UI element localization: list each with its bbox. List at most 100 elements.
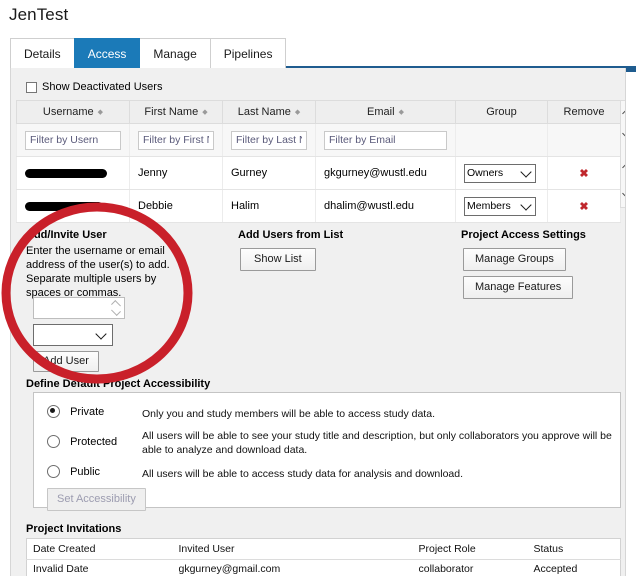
col-header-group: Group xyxy=(456,101,548,124)
radio-public-label: Public xyxy=(70,466,100,478)
filter-row xyxy=(17,124,621,157)
cell-first-name: Debbie xyxy=(130,190,223,223)
cell-email: dhalim@wustl.edu xyxy=(316,190,456,223)
radio-private[interactable] xyxy=(47,405,60,418)
inv-cell-invited-user: gkgurney@gmail.com xyxy=(173,560,413,576)
remove-user-button[interactable]: ✖ xyxy=(548,157,621,190)
accessibility-box: Private Only you and study members will … xyxy=(33,392,621,508)
redacted-username-bar xyxy=(25,169,107,178)
group-select-row-1[interactable]: Owners xyxy=(464,164,536,183)
col-header-first-name[interactable]: First Name ◆ xyxy=(130,101,223,124)
col-header-remove: Remove xyxy=(548,101,621,124)
tab-underline-mask xyxy=(0,66,10,72)
show-list-button[interactable]: Show List xyxy=(240,248,316,271)
accessibility-option-protected[interactable]: Protected xyxy=(47,435,117,448)
add-invite-role-select[interactable] xyxy=(33,324,113,346)
filter-last-name-input[interactable] xyxy=(231,131,307,150)
cell-username xyxy=(17,190,130,223)
col-header-email-label: Email xyxy=(367,106,395,118)
col-header-last-name-label: Last Name xyxy=(238,106,291,118)
manage-features-button[interactable]: Manage Features xyxy=(463,276,573,299)
show-deactivated-users-row[interactable]: Show Deactivated Users xyxy=(26,81,162,93)
accessibility-private-description: Only you and study members will be able … xyxy=(142,407,612,421)
tab-strip: Details Access Manage Pipelines xyxy=(10,36,285,68)
col-header-remove-label: Remove xyxy=(564,106,605,118)
filter-username-input[interactable] xyxy=(25,131,121,150)
tab-details[interactable]: Details xyxy=(10,38,75,68)
chevron-up-icon[interactable] xyxy=(622,107,626,120)
inv-col-project-role: Project Role xyxy=(413,539,528,560)
sort-icon[interactable]: ◆ xyxy=(98,109,103,116)
filter-cell-email xyxy=(316,124,456,157)
add-invite-description: Enter the username or email address of t… xyxy=(26,244,191,300)
tab-access[interactable]: Access xyxy=(74,38,141,68)
col-header-last-name[interactable]: Last Name ◆ xyxy=(223,101,316,124)
spinner-icon[interactable] xyxy=(112,300,121,316)
spinner-down-icon[interactable] xyxy=(111,306,121,316)
accessibility-option-public[interactable]: Public xyxy=(47,465,100,478)
chevron-up-icon[interactable] xyxy=(622,161,626,174)
page-title: JenTest xyxy=(9,5,68,25)
table-row: Debbie Halim dhalim@wustl.edu Members ✖ xyxy=(17,190,621,223)
group-select-row-2[interactable]: Members xyxy=(464,197,536,216)
filter-cell-last-name xyxy=(223,124,316,157)
project-access-heading: Project Access Settings xyxy=(461,229,586,241)
radio-public[interactable] xyxy=(47,465,60,478)
inv-cell-status: Accepted xyxy=(528,560,621,576)
table-row: Jenny Gurney gkgurney@wustl.edu Owners ✖ xyxy=(17,157,621,190)
filter-cell-first-name xyxy=(130,124,223,157)
add-user-button[interactable]: Add User xyxy=(33,351,99,372)
cell-last-name: Halim xyxy=(223,190,316,223)
sort-icon[interactable]: ◆ xyxy=(399,109,404,116)
chevron-down-icon[interactable] xyxy=(622,187,626,200)
radio-protected-label: Protected xyxy=(70,436,117,448)
users-table-header-row: Username◆ First Name◆ Last Name◆ Email◆ … xyxy=(17,101,621,124)
col-header-group-label: Group xyxy=(486,106,517,118)
access-panel: Show Deactivated Users Username◆ First N… xyxy=(10,68,626,576)
manage-groups-button[interactable]: Manage Groups xyxy=(463,248,566,271)
radio-protected[interactable] xyxy=(47,435,60,448)
inv-cell-project-role: collaborator xyxy=(413,560,528,576)
cell-username xyxy=(17,157,130,190)
remove-user-button[interactable]: ✖ xyxy=(548,190,621,223)
filter-cell-username xyxy=(17,124,130,157)
inv-cell-date-created: Invalid Date xyxy=(27,560,173,576)
accessibility-option-private[interactable]: Private xyxy=(47,405,104,418)
col-header-email[interactable]: Email ◆ xyxy=(316,101,456,124)
filter-first-name-input[interactable] xyxy=(138,131,214,150)
group-select-wrap: Members xyxy=(464,197,536,216)
show-deactivated-users-checkbox[interactable] xyxy=(26,82,37,93)
cell-email: gkgurney@wustl.edu xyxy=(316,157,456,190)
add-from-list-heading: Add Users from List xyxy=(238,229,343,241)
inv-col-date-created: Date Created xyxy=(27,539,173,560)
col-header-first-name-label: First Name xyxy=(144,106,198,118)
add-invite-role-wrap xyxy=(33,324,113,346)
filter-email-input[interactable] xyxy=(324,131,447,150)
tab-manage[interactable]: Manage xyxy=(139,38,210,68)
col-header-username[interactable]: Username◆ xyxy=(17,101,130,124)
radio-private-label: Private xyxy=(70,406,104,418)
invitations-row: Invalid Date gkgurney@gmail.com collabor… xyxy=(27,560,621,576)
inv-col-invited-user: Invited User xyxy=(173,539,413,560)
show-deactivated-users-label: Show Deactivated Users xyxy=(42,81,162,93)
group-select-wrap: Owners xyxy=(464,164,536,183)
sort-icon[interactable]: ◆ xyxy=(295,109,300,116)
add-invite-input-wrap xyxy=(33,297,125,319)
set-accessibility-button[interactable]: Set Accessibility xyxy=(47,488,146,511)
cell-last-name: Gurney xyxy=(223,157,316,190)
invitations-heading: Project Invitations xyxy=(26,523,121,535)
invitations-table: Date Created Invited User Project Role S… xyxy=(26,538,621,576)
tab-bar: Details Access Manage Pipelines xyxy=(0,36,636,68)
cell-group: Owners xyxy=(456,157,548,190)
chevron-down-icon[interactable] xyxy=(622,127,626,140)
table-scrollbar[interactable] xyxy=(620,100,626,208)
filter-cell-remove xyxy=(548,124,621,157)
sort-icon[interactable]: ◆ xyxy=(202,109,207,116)
add-invite-heading: Add/Invite User xyxy=(26,229,107,241)
redacted-username-bar xyxy=(25,202,103,211)
accessibility-heading: Define Default Project Accessibility xyxy=(26,378,210,390)
tab-pipelines[interactable]: Pipelines xyxy=(210,38,287,68)
cell-first-name: Jenny xyxy=(130,157,223,190)
accessibility-protected-description: All users will be able to see your study… xyxy=(142,429,612,457)
inv-col-status: Status xyxy=(528,539,621,560)
